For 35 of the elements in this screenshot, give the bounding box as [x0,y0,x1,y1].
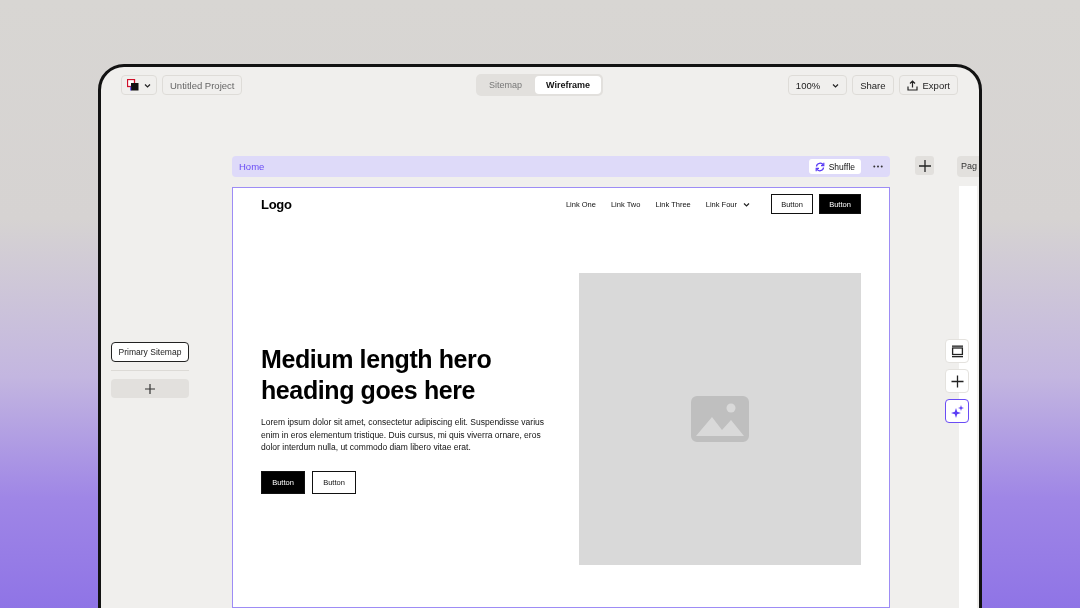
export-button[interactable]: Export [898,75,958,95]
hero-paragraph: Lorem ipsum dolor sit amet, consectetur adipiscing elit. Suspendisse varius enim in eros elementum tristique. Duis cursus, mi quis viverra ornare, eros dolor interdum nulla, ut commodo diam libero vitae erat. [261,416,545,454]
export-label: Export [922,79,950,91]
logo-text: Logo [261,196,292,212]
app-menu-button[interactable] [121,75,157,95]
sparkle-icon [950,404,964,418]
sparkle-tool-button[interactable] [945,399,969,423]
view-tab[interactable]: Wireframe [535,76,601,94]
more-button[interactable] [871,163,885,170]
plus-icon [950,374,964,388]
caret-icon [832,82,840,88]
add-page-button[interactable] [915,156,934,175]
add-sitemap-button[interactable] [111,379,189,398]
image-icon [691,396,749,442]
zoom-dropdown[interactable]: 100% [787,75,848,95]
shuffle-button[interactable]: Shuffle [808,159,861,174]
shuffle-label: Shuffle [828,161,855,172]
share-button[interactable]: Share [852,75,894,95]
upload-icon [906,79,918,91]
view-tab[interactable]: Sitemap [478,76,534,94]
layout-icon [950,344,964,358]
plus-icon [918,159,931,172]
project-name-field[interactable]: Untitled Project [162,75,243,95]
caret-icon [144,82,151,88]
page-tab[interactable]: Pag [957,156,979,177]
zoom-level: 100% [795,79,821,91]
more-icon [873,165,883,168]
layout-tool-button[interactable] [945,339,969,363]
hero-heading: Medium length hero heading goes here [261,344,493,407]
plus-icon [145,383,155,394]
page-title[interactable]: Home [239,161,265,172]
logo-icon [127,79,139,91]
sitemap-button[interactable]: Primary Sitemap [111,342,189,362]
refresh-icon [814,161,825,172]
plus-tool-button[interactable] [945,369,969,393]
